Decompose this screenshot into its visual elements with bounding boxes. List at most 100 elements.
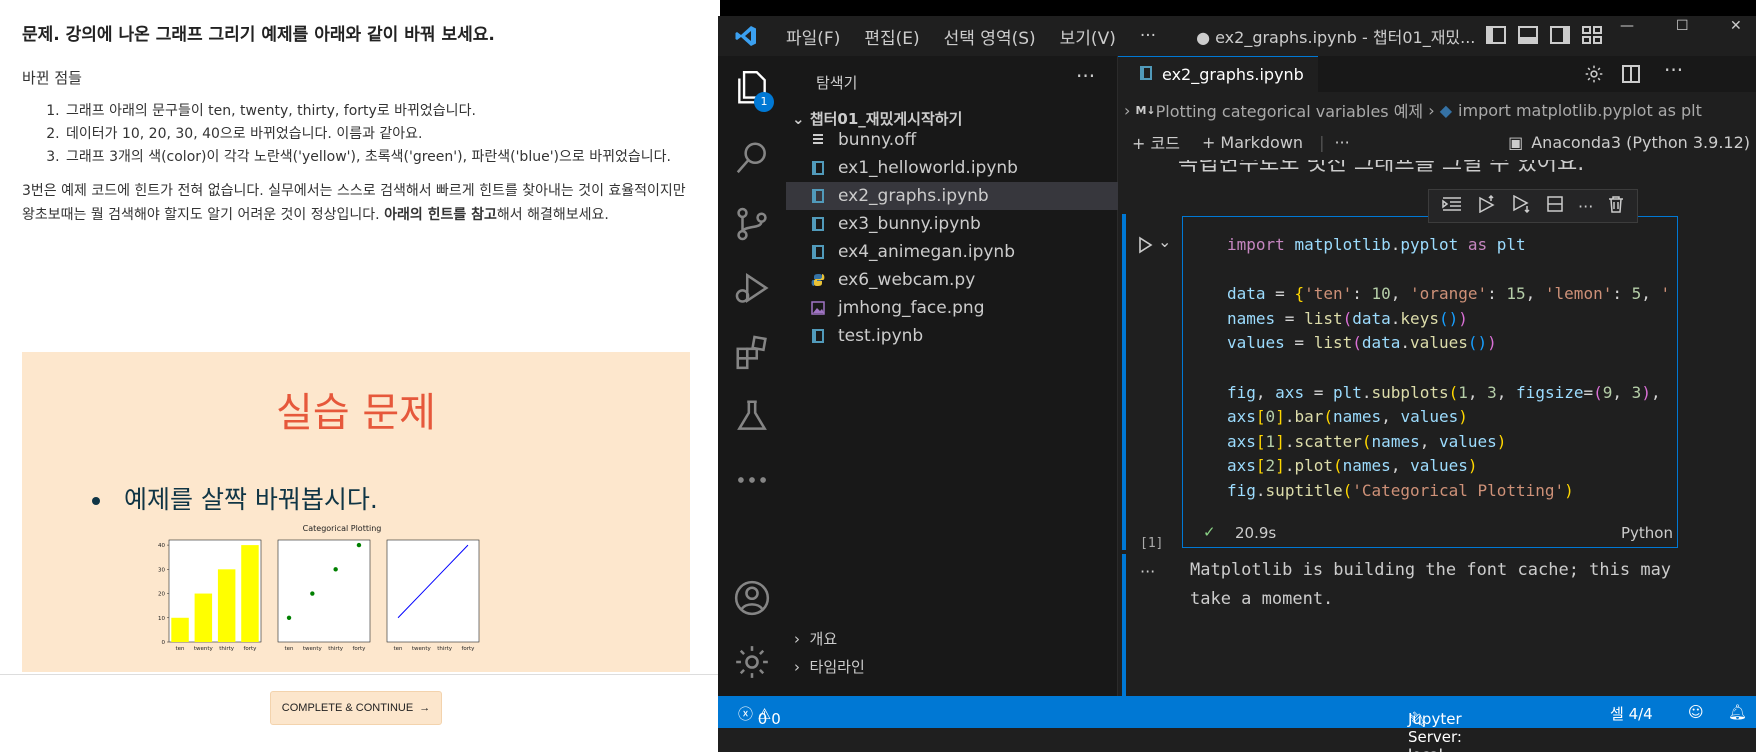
file-item[interactable]: ex4_animegan.ipynb: [786, 238, 1118, 266]
practice-bullet-text: 예제를 살짝 바꿔봅시다.: [124, 485, 378, 514]
file-item[interactable]: ex3_bunny.ipynb: [786, 210, 1118, 238]
chevron-right-icon: ›: [1423, 100, 1440, 120]
account-icon[interactable]: [718, 570, 786, 626]
bar: [194, 593, 213, 642]
file-item-active[interactable]: ex2_graphs.ipynb: [786, 182, 1118, 210]
notebook-icon: [810, 216, 826, 232]
layout-controls: [1486, 26, 1602, 44]
complete-continue-button[interactable]: COMPLETE & CONTINUE →: [270, 691, 442, 725]
feedback-icon[interactable]: ☺: [1688, 703, 1704, 721]
menu-edit[interactable]: 편집(E): [852, 24, 931, 49]
vscode-logo-icon: [718, 16, 774, 56]
file-name: ex1_helloworld.ipynb: [838, 158, 1018, 178]
breadcrumb-item[interactable]: Plotting categorical variables 예제: [1156, 98, 1424, 122]
chevron-right-icon: ›: [794, 658, 800, 676]
search-icon[interactable]: [718, 130, 786, 186]
file-item[interactable]: jmhong_face.png: [786, 294, 1118, 322]
split-cell-icon[interactable]: [1546, 195, 1564, 217]
kernel-label: Anaconda3 (Python 3.9.12): [1531, 132, 1750, 152]
hint-bold-text: 아래의 힌트를 참고: [384, 207, 497, 223]
execute-below-icon[interactable]: [1511, 194, 1531, 217]
y-tick-label: 10: [158, 616, 165, 622]
cell-focus-indicator: [1122, 214, 1126, 550]
more-views-icon[interactable]: [718, 452, 786, 508]
file-lines-icon: [810, 132, 826, 148]
code-cell[interactable]: import matplotlib.pyplot as plt data = {…: [1182, 216, 1678, 548]
x-tick-label: twenty: [194, 646, 214, 652]
hint-text-end: 해서 해결해보세요.: [496, 207, 609, 223]
close-icon[interactable]: ✕: [1730, 18, 1742, 34]
success-check-icon: ✓: [1203, 523, 1216, 541]
file-item[interactable]: test.ipynb: [786, 322, 1118, 350]
menu-view[interactable]: 보기(V): [1048, 24, 1128, 49]
tab-bar: ex2_graphs.ipynb ···: [1118, 56, 1756, 92]
cell-language[interactable]: Python: [1621, 524, 1673, 542]
file-name: bunny.off: [838, 130, 917, 150]
course-page: 문제. 강의에 나온 그래프 그리기 예제를 아래와 같이 바꿔 보세요. 바뀐…: [0, 0, 720, 752]
run-cell-icon[interactable]: [1136, 236, 1154, 258]
cell-position-status[interactable]: 셀 4/4: [1610, 703, 1653, 724]
toolbar-divider: |: [1319, 132, 1325, 152]
menu-selection[interactable]: 선택 영역(S): [932, 24, 1048, 49]
toolbar-more-button[interactable]: ···: [1334, 133, 1349, 152]
explorer-icon[interactable]: 1: [718, 60, 786, 116]
tab-ex2-graphs[interactable]: ex2_graphs.ipynb: [1118, 56, 1318, 92]
more-actions-icon[interactable]: ···: [1664, 58, 1683, 82]
categorical-plot-figure: Categorical Plotting 0 10 20 30 40 ten twenty th…: [158, 524, 480, 652]
file-name: ex3_bunny.ipynb: [838, 214, 981, 234]
title-bar: 파일(F) 편집(E) 선택 영역(S) 보기(V) ··· ● ex2_gra…: [718, 16, 1756, 56]
bullet-dot: [92, 497, 100, 505]
x-tick-label: forty: [352, 646, 366, 652]
file-item[interactable]: ex1_helloworld.ipynb: [786, 154, 1118, 182]
customize-layout-icon[interactable]: [1582, 26, 1602, 44]
settings-gear-icon[interactable]: [718, 634, 786, 690]
explorer-sidebar: 탐색기 ··· ⌄ 챕터01_재밌게시작하기 bunny.off ex1_hel…: [786, 56, 1118, 696]
arrow-right-icon: →: [419, 702, 431, 714]
chevron-down-icon[interactable]: ⌄: [1158, 232, 1171, 251]
run-debug-icon[interactable]: [718, 260, 786, 316]
notifications-bell-icon[interactable]: 🔔︎: [1728, 703, 1747, 721]
menu-more[interactable]: ···: [1128, 26, 1168, 46]
maximize-icon[interactable]: ☐: [1676, 18, 1689, 34]
axes-line: [386, 539, 480, 643]
run-by-line-icon[interactable]: [1442, 196, 1462, 216]
markdown-cell-partial: 독립변수로도 멋진 그래프를 그릴 수 있어요.: [1178, 160, 1585, 176]
timeline-section[interactable]: › 타임라인: [794, 656, 865, 677]
breadcrumb-item[interactable]: import matplotlib.pyplot as plt: [1458, 101, 1702, 120]
python-icon: [810, 272, 826, 288]
minimize-icon[interactable]: —: [1620, 18, 1634, 34]
add-code-button[interactable]: + 코드: [1132, 130, 1180, 154]
figure-title: Categorical Plotting: [303, 524, 382, 533]
execution-count: [1]: [1140, 536, 1164, 551]
menu-file[interactable]: 파일(F): [774, 24, 852, 49]
outline-section[interactable]: › 개요: [794, 628, 837, 649]
problems-status[interactable]: ⓧ 0 ⚠ 0: [738, 703, 781, 728]
add-markdown-button[interactable]: + Markdown: [1202, 133, 1303, 152]
toggle-secondary-sidebar-icon[interactable]: [1550, 26, 1570, 44]
file-item[interactable]: ex6_webcam.py: [786, 266, 1118, 294]
explorer-more-icon[interactable]: ···: [1076, 64, 1095, 88]
extensions-icon[interactable]: [718, 324, 786, 380]
y-tick-label: 20: [158, 592, 165, 598]
execute-above-icon[interactable]: [1477, 194, 1497, 217]
file-item[interactable]: bunny.off: [786, 126, 1118, 154]
toggle-panel-icon[interactable]: [1518, 26, 1538, 44]
cell-more-icon[interactable]: ···: [1578, 197, 1593, 216]
settings-gear-icon[interactable]: [1584, 64, 1604, 88]
file-name: ex6_webcam.py: [838, 270, 976, 290]
chevron-right-icon: ›: [794, 630, 800, 648]
window-title: ● ex2_graphs.ipynb - 챕터01_재밌...: [1196, 28, 1476, 47]
kernel-picker[interactable]: ▣ Anaconda3 (Python 3.9.12): [1508, 126, 1750, 158]
testing-flask-icon[interactable]: [718, 388, 786, 444]
delete-cell-icon[interactable]: [1608, 195, 1624, 217]
changes-list: 그래프 아래의 문구들이 ten, twenty, thirty, forty로…: [64, 100, 687, 169]
hint-paragraph: 3번은 예제 코드에 힌트가 전혀 없습니다. 실무에서는 스스로 검색해서 빠…: [22, 179, 687, 227]
output-more-icon[interactable]: ···: [1140, 562, 1155, 581]
code-editor[interactable]: import matplotlib.pyplot as plt data = {…: [1227, 233, 1670, 504]
x-tick-label: ten: [176, 646, 186, 652]
toggle-sidebar-icon[interactable]: [1486, 26, 1506, 44]
source-control-icon[interactable]: [718, 196, 786, 252]
split-editor-icon[interactable]: [1622, 65, 1640, 83]
scatter-point: [356, 542, 362, 548]
lesson-content: 문제. 강의에 나온 그래프 그리기 예제를 아래와 같이 바꿔 보세요. 바뀐…: [22, 20, 687, 227]
